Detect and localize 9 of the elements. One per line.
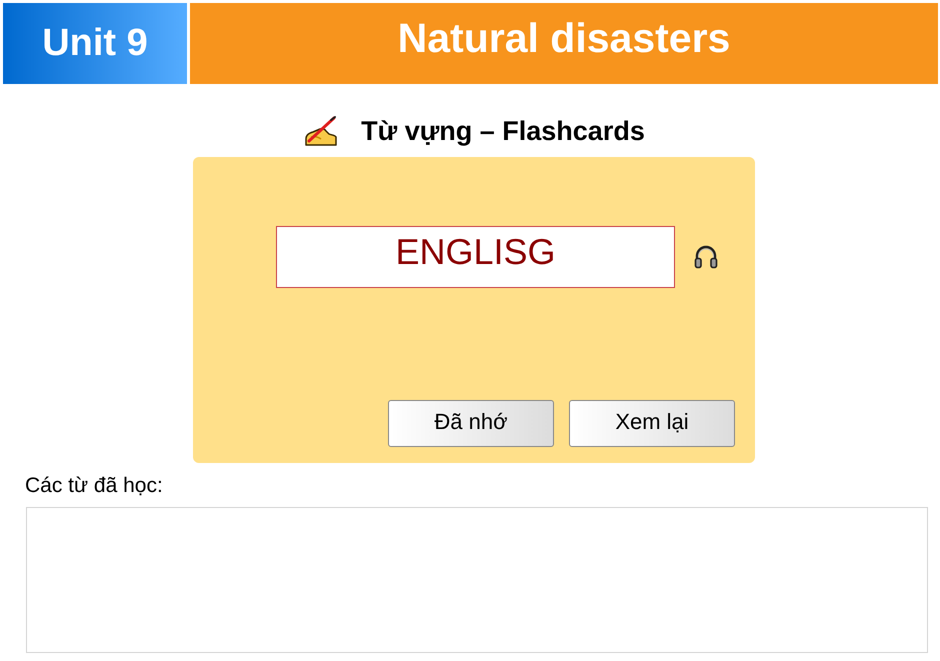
writing-hand-icon <box>303 115 340 147</box>
headphones-icon[interactable] <box>693 244 719 270</box>
review-button[interactable]: Xem lại <box>569 400 735 447</box>
unit-banner: Unit 9 <box>3 3 187 84</box>
section-title: Từ vựng – Flashcards <box>361 116 645 146</box>
topic-banner: Natural disasters <box>190 3 938 84</box>
word-display: ENGLISG <box>276 226 675 288</box>
learned-words-label: Các từ đã học: <box>25 473 163 499</box>
remembered-button[interactable]: Đã nhớ <box>388 400 554 447</box>
